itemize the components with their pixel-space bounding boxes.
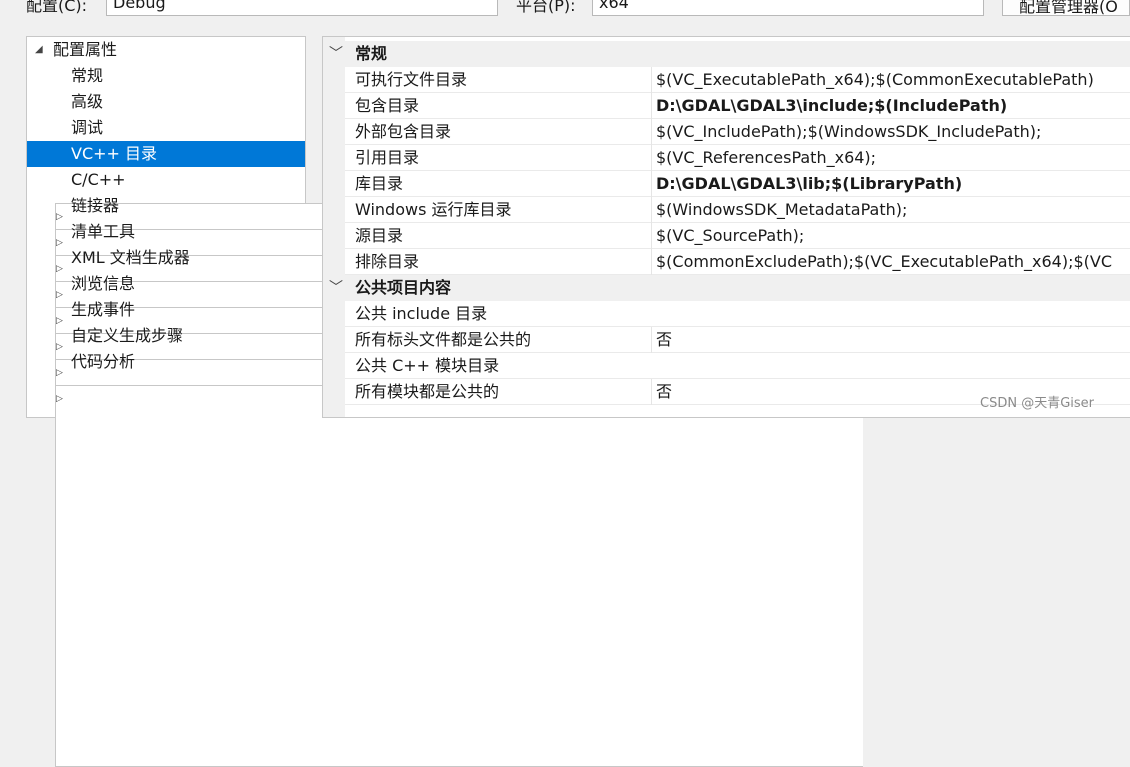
triangle-down-icon: ◢	[35, 44, 43, 55]
property-row[interactable]: 包含目录 D:\GDAL\GDAL3\include;$(IncludePath)	[345, 93, 1130, 119]
tree-root-config-properties[interactable]: ◢ 配置属性	[27, 37, 305, 63]
tree-item-label: 常规	[71, 66, 104, 85]
property-name: 公共 C++ 模块目录	[355, 356, 500, 375]
property-row[interactable]: 源目录 $(VC_SourcePath);	[345, 223, 1130, 249]
property-value[interactable]: $(VC_ExecutablePath_x64);$(CommonExecuta…	[651, 67, 1130, 93]
tree-item-label: 代码分析	[71, 352, 136, 371]
platform-label: 平台(P):	[516, 0, 576, 15]
property-value[interactable]: $(VC_SourcePath);	[651, 223, 1130, 249]
property-row[interactable]: 排除目录 $(CommonExcludePath);$(VC_Executable…	[345, 249, 1130, 275]
tree-item-label: 清单工具	[71, 222, 136, 241]
category-title: 常规	[355, 44, 388, 63]
property-name: 所有模块都是公共的	[355, 382, 500, 401]
watermark: CSDN @天青Giser	[980, 396, 1094, 411]
chevron-down-icon[interactable]: ﹀	[329, 41, 343, 67]
tree-item[interactable]: ▷ 自定义生成步骤	[27, 323, 863, 741]
tree-item[interactable]: ▷ 浏览信息	[27, 271, 863, 689]
property-value[interactable]: D:\GDAL\GDAL3\include;$(IncludePath)	[651, 93, 1130, 119]
tree-item-label: 高级	[71, 92, 104, 111]
tree-item[interactable]: VC++ 目录	[27, 141, 305, 167]
property-value[interactable]: $(VC_IncludePath);$(WindowsSDK_IncludePa…	[651, 119, 1130, 145]
property-name: 所有标头文件都是公共的	[355, 330, 532, 349]
category-general[interactable]: ﹀ 常规	[323, 41, 1130, 67]
tree-item[interactable]: ▷ XML 文档生成器	[27, 245, 863, 663]
property-tree: ◢ 配置属性 常规 高级 调试 VC++ 目录 ▷ C/C++ ▷ 链接器 ▷ 清单工具 ▷ XML …	[26, 36, 863, 767]
triangle-right-icon[interactable]: ▷	[55, 385, 863, 767]
tree-item[interactable]: 常规	[27, 63, 305, 89]
property-name: 可执行文件目录	[355, 70, 468, 89]
property-value[interactable]: $(VC_ReferencesPath_x64);	[651, 145, 1130, 171]
tree-item-label: 自定义生成步骤	[71, 326, 184, 345]
tree-item-label: 链接器	[71, 196, 120, 215]
property-row[interactable]: Windows 运行库目录 $(WindowsSDK_MetadataPath);	[345, 197, 1130, 223]
category-public-project-content[interactable]: ﹀ 公共项目内容	[323, 275, 1130, 301]
property-value[interactable]: 否	[651, 327, 1130, 353]
tree-root-label: 配置属性	[53, 40, 118, 59]
property-value[interactable]: $(WindowsSDK_MetadataPath);	[651, 197, 1130, 223]
property-row[interactable]: 公共 include 目录	[345, 301, 1130, 327]
property-name: 库目录	[355, 174, 404, 193]
tree-item[interactable]: 高级	[27, 89, 305, 115]
tree-item-label: C/C++	[71, 170, 126, 189]
tree-item-label: 调试	[71, 118, 104, 137]
tree-item[interactable]: 调试	[27, 115, 305, 141]
property-name: 公共 include 目录	[355, 304, 488, 323]
property-name: 包含目录	[355, 96, 420, 115]
grid-gutter	[323, 37, 345, 417]
property-row[interactable]: 所有标头文件都是公共的 否	[345, 327, 1130, 353]
property-value[interactable]: D:\GDAL\GDAL3\lib;$(LibraryPath)	[651, 171, 1130, 197]
config-manager-button[interactable]: 配置管理器(O	[1002, 0, 1130, 16]
config-label: 配置(C):	[26, 0, 88, 15]
configuration-toolbar: 配置(C): Debug 平台(P): x64 配置管理器(O	[0, 0, 1130, 22]
property-row[interactable]: 外部包含目录 $(VC_IncludePath);$(WindowsSDK_Inc…	[345, 119, 1130, 145]
tree-item[interactable]: ▷ 代码分析	[27, 349, 863, 767]
tree-item[interactable]: ▷ 链接器	[27, 193, 863, 611]
property-grid: ﹀ 常规 可执行文件目录 $(VC_ExecutablePath_x64);$(C…	[322, 36, 1130, 418]
property-name: 引用目录	[355, 148, 420, 167]
tree-item-label: 浏览信息	[71, 274, 136, 293]
tree-item-label: VC++ 目录	[71, 144, 158, 163]
property-name: 源目录	[355, 226, 404, 245]
property-value[interactable]: $(CommonExcludePath);$(VC_ExecutablePath…	[651, 249, 1130, 275]
tree-item[interactable]: ▷ 生成事件	[27, 297, 863, 715]
property-name: Windows 运行库目录	[355, 200, 512, 219]
property-row[interactable]: 引用目录 $(VC_ReferencesPath_x64);	[345, 145, 1130, 171]
property-row[interactable]: 可执行文件目录 $(VC_ExecutablePath_x64);$(Common…	[345, 67, 1130, 93]
property-row[interactable]: 公共 C++ 模块目录	[345, 353, 1130, 379]
category-title: 公共项目内容	[355, 278, 452, 297]
property-name: 外部包含目录	[355, 122, 452, 141]
property-row[interactable]: 库目录 D:\GDAL\GDAL3\lib;$(LibraryPath)	[345, 171, 1130, 197]
tree-item[interactable]: ▷ C/C++	[27, 167, 863, 585]
tree-item-label: 生成事件	[71, 300, 136, 319]
platform-select[interactable]: x64	[592, 0, 984, 16]
tree-item[interactable]: ▷ 清单工具	[27, 219, 863, 637]
tree-item-label: XML 文档生成器	[71, 248, 190, 267]
config-select[interactable]: Debug	[106, 0, 498, 16]
chevron-down-icon[interactable]: ﹀	[329, 275, 343, 301]
property-name: 排除目录	[355, 252, 420, 271]
